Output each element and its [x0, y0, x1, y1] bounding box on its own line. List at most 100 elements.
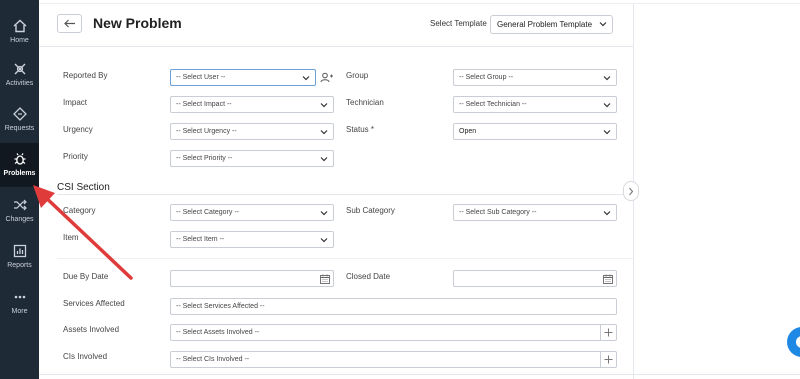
sidebar-item-label: Changes — [5, 216, 34, 223]
sidebar-item-problems[interactable]: Problems — [0, 143, 39, 187]
calendar-icon[interactable] — [320, 274, 330, 284]
changes-icon — [13, 199, 27, 211]
sidebar-item-more[interactable]: More — [0, 281, 39, 325]
bottom-divider — [39, 374, 800, 375]
status-value: Open — [459, 128, 477, 135]
arrow-left-icon — [63, 19, 75, 28]
sidebar-item-activities[interactable]: Activities — [0, 53, 39, 97]
add-ci-button[interactable] — [600, 352, 616, 367]
reported-by-select[interactable]: -- Select User -- — [170, 69, 316, 86]
group-placeholder: -- Select Group -- — [459, 74, 514, 81]
urgency-select[interactable]: -- Select Urgency -- — [170, 123, 334, 140]
template-label: Select Template — [430, 19, 487, 28]
closed-date-input[interactable] — [453, 270, 617, 287]
urgency-placeholder: -- Select Urgency -- — [176, 128, 237, 135]
cis-involved-placeholder: -- Select CIs Involved -- — [176, 356, 250, 363]
requests-icon — [12, 107, 27, 121]
impact-label: Impact — [63, 98, 88, 107]
template-select[interactable]: General Problem Template — [490, 15, 613, 34]
main-content: New Problem Select Template General Prob… — [39, 0, 800, 379]
item-label: Item — [63, 233, 79, 242]
more-icon — [14, 295, 25, 299]
assets-involved-select[interactable]: -- Select Assets Involved -- — [170, 324, 617, 341]
activities-icon — [14, 63, 25, 75]
sidebar-item-label: Home — [10, 37, 29, 44]
expand-panel-button[interactable] — [623, 181, 639, 201]
chevron-down-icon — [320, 157, 328, 162]
header-divider — [39, 46, 633, 47]
chevron-down-icon — [302, 76, 310, 81]
add-requester-button[interactable] — [318, 69, 334, 86]
cis-involved-select[interactable]: -- Select CIs Involved -- — [170, 351, 617, 368]
sub-category-placeholder: -- Select Sub Category -- — [459, 209, 537, 216]
sidebar-item-label: Activities — [5, 80, 34, 87]
add-asset-button[interactable] — [600, 325, 616, 340]
category-select[interactable]: -- Select Category -- — [170, 204, 334, 221]
reports-icon — [13, 244, 26, 258]
due-by-date-input[interactable] — [170, 270, 334, 287]
chevron-down-icon — [320, 103, 328, 108]
plus-icon — [604, 328, 613, 337]
page-title: New Problem — [93, 15, 182, 31]
status-select[interactable]: Open — [453, 123, 617, 140]
category-placeholder: -- Select Category -- — [176, 209, 240, 216]
problems-icon — [14, 153, 25, 165]
chat-icon — [796, 336, 800, 348]
chevron-down-icon — [603, 130, 611, 135]
due-by-date-label: Due By Date — [63, 272, 109, 281]
sidebar-item-label: Reports — [7, 262, 32, 269]
priority-placeholder: -- Select Priority -- — [176, 155, 233, 162]
template-select-value: General Problem Template — [497, 20, 593, 29]
cis-involved-label: CIs Involved — [63, 352, 108, 361]
chevron-down-icon — [603, 211, 611, 216]
category-label: Category — [63, 206, 96, 215]
sidebar-item-changes[interactable]: Changes — [0, 189, 39, 233]
section-divider — [57, 258, 633, 259]
closed-date-label: Closed Date — [346, 272, 391, 281]
sidebar: Home Activities Requests Problems Change… — [0, 0, 39, 379]
assets-involved-label: Assets Involved — [63, 325, 120, 334]
chevron-down-icon — [599, 22, 607, 27]
sidebar-item-label: More — [11, 308, 28, 315]
section-divider — [57, 194, 633, 195]
item-placeholder: -- Select Item -- — [176, 236, 225, 243]
sidebar-item-requests[interactable]: Requests — [0, 98, 39, 142]
sub-category-label: Sub Category — [346, 206, 395, 215]
reported-by-label: Reported By — [63, 71, 108, 80]
technician-placeholder: -- Select Technician -- — [459, 101, 527, 108]
calendar-icon[interactable] — [603, 274, 613, 284]
priority-label: Priority — [63, 152, 88, 161]
sidebar-item-home[interactable]: Home — [0, 10, 39, 54]
impact-select[interactable]: -- Select Impact -- — [170, 96, 334, 113]
urgency-label: Urgency — [63, 125, 93, 134]
status-label: Status * — [346, 125, 375, 134]
back-button[interactable] — [57, 14, 82, 33]
services-affected-label: Services Affected — [63, 299, 125, 308]
reported-by-placeholder: -- Select User -- — [176, 74, 226, 81]
chevron-down-icon — [320, 130, 328, 135]
chevron-down-icon — [320, 238, 328, 243]
technician-select[interactable]: -- Select Technician -- — [453, 96, 617, 113]
priority-select[interactable]: -- Select Priority -- — [170, 150, 334, 167]
sidebar-item-label: Problems — [3, 170, 36, 177]
group-label: Group — [346, 71, 369, 80]
chevron-down-icon — [603, 103, 611, 108]
technician-label: Technician — [346, 98, 384, 107]
sidebar-item-reports[interactable]: Reports — [0, 235, 39, 279]
services-affected-placeholder: -- Select Services Affected -- — [176, 303, 265, 310]
sidebar-item-label: Requests — [4, 125, 35, 132]
chevron-right-icon — [629, 187, 634, 195]
assets-involved-placeholder: -- Select Assets Involved -- — [176, 329, 260, 336]
group-select[interactable]: -- Select Group -- — [453, 69, 617, 86]
services-affected-select[interactable]: -- Select Services Affected -- — [170, 298, 617, 315]
item-select[interactable]: -- Select Item -- — [170, 231, 334, 248]
chevron-down-icon — [603, 76, 611, 81]
sub-category-select[interactable]: -- Select Sub Category -- — [453, 204, 617, 221]
user-plus-icon — [320, 72, 333, 83]
home-icon — [13, 19, 26, 33]
top-divider — [39, 3, 800, 4]
impact-placeholder: -- Select Impact -- — [176, 101, 232, 108]
plus-icon — [604, 355, 613, 364]
section-title-csi: CSI Section — [57, 182, 110, 193]
chevron-down-icon — [320, 211, 328, 216]
